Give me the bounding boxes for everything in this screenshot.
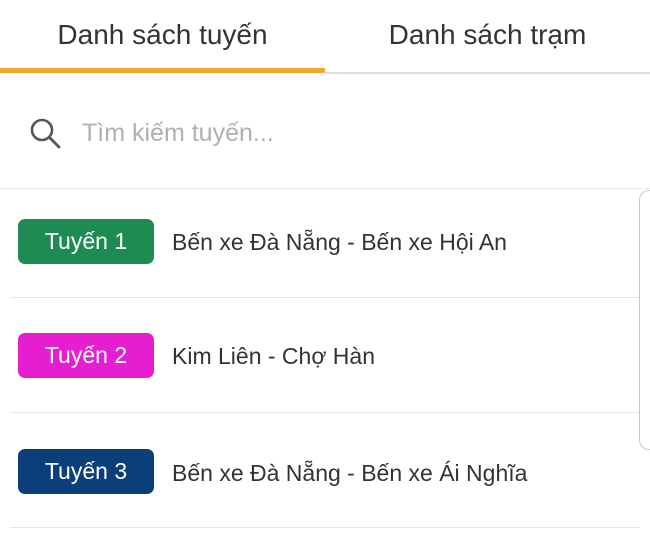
route-name-2: Kim Liên - Chợ Hàn — [172, 343, 375, 369]
tab-divider — [325, 72, 650, 74]
row-divider — [10, 412, 640, 413]
route-item-2[interactable]: Tuyến 2 Kim Liên - Chợ Hàn — [0, 299, 640, 409]
route-item-1[interactable]: Tuyến 1 Bến xe Đà Nẵng - Bến xe Hội An — [0, 189, 640, 299]
tab-bar: Danh sách tuyến Danh sách trạm — [0, 0, 650, 74]
search-icon[interactable] — [28, 116, 62, 150]
search-input[interactable] — [80, 110, 604, 156]
route-name-1: Bến xe Đà Nẵng - Bến xe Hội An — [172, 229, 507, 255]
row-divider — [10, 297, 640, 298]
route-badge-1: Tuyến 1 — [18, 219, 154, 264]
route-item-3[interactable]: Tuyến 3 Bến xe Đà Nẵng - Bến xe Ái Nghĩa — [0, 415, 640, 525]
active-tab-indicator — [0, 68, 325, 73]
search-bar — [0, 100, 650, 164]
tab-station-list[interactable]: Danh sách trạm — [325, 0, 650, 70]
route-name-3: Bến xe Đà Nẵng - Bến xe Ái Nghĩa — [172, 460, 528, 486]
row-divider — [10, 527, 640, 528]
tab-route-list[interactable]: Danh sách tuyến — [0, 0, 325, 70]
route-badge-3: Tuyến 3 — [18, 449, 154, 494]
scrollbar-handle[interactable] — [639, 190, 650, 450]
route-badge-2: Tuyến 2 — [18, 333, 154, 378]
